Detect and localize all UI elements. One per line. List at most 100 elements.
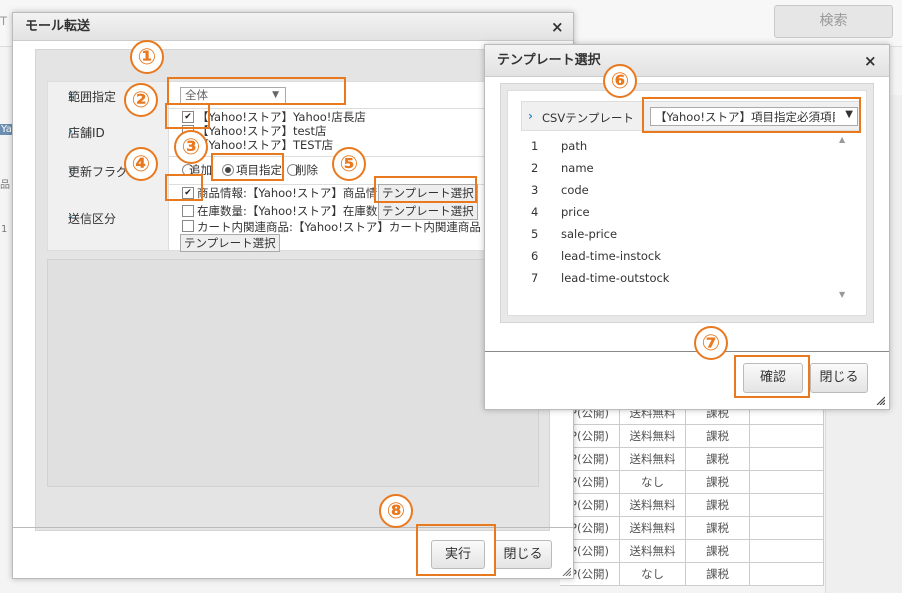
update-option-delete: 削除 (295, 163, 318, 177)
list-scrollbar[interactable]: ▲ ▼ (837, 135, 849, 299)
send-item-1: 商品情報:【Yahoo!ストア】商品情報 (197, 186, 389, 200)
highlight-shop-checkbox (165, 103, 210, 129)
table-row: P(公開) 送料無料 課税 (560, 494, 824, 517)
highlight-send-checkbox (165, 174, 203, 201)
table-cell: 課税 (686, 471, 750, 494)
list-item[interactable]: 2 name (521, 157, 861, 179)
highlight-csv-template (642, 97, 861, 133)
table-cell: 送料無料 (620, 494, 686, 517)
highlight-field-radio (211, 153, 284, 181)
table-row: P(公開) 送料無料 課税 (560, 517, 824, 540)
table-cell: なし (620, 471, 686, 494)
field-name: lead-time-outstock (561, 271, 670, 285)
list-item[interactable]: 1 path (521, 135, 861, 157)
table-cell: 課税 (686, 540, 750, 563)
callout-7: ⑦ (694, 326, 728, 360)
table-row: P(公開) 送料無料 課税 (560, 448, 824, 471)
send-item-2: 在庫数量:【Yahoo!ストア】在庫数量 (197, 204, 389, 218)
highlight-execute-button (416, 524, 496, 576)
close-icon[interactable]: × (551, 20, 564, 35)
callout-4: ④ (124, 147, 158, 181)
send-checkbox-3[interactable] (182, 220, 194, 232)
callout-3: ③ (174, 130, 208, 164)
list-item[interactable]: 7 lead-time-outstock (521, 267, 861, 289)
field-name: name (561, 161, 594, 175)
template-select-button-3[interactable]: テンプレート選択 (180, 234, 280, 252)
field-name: lead-time-instock (561, 249, 661, 263)
highlight-confirm-button (734, 355, 810, 398)
callout-5: ⑤ (332, 147, 366, 181)
shop-option-3: 【Yahoo!ストア】TEST店 (197, 138, 334, 152)
callout-2: ② (124, 83, 158, 117)
callout-6: ⑥ (603, 64, 637, 98)
close-icon[interactable]: × (864, 54, 877, 69)
field-name: code (561, 183, 589, 197)
range-label: 範囲指定 (68, 90, 117, 104)
send-checkbox-2[interactable] (182, 205, 194, 217)
field-name: sale-price (561, 227, 618, 241)
field-number: 3 (531, 183, 539, 197)
chevron-right-icon: › (528, 109, 533, 123)
field-number: 4 (531, 205, 539, 219)
table-cell: なし (620, 563, 686, 586)
list-item[interactable]: 3 code (521, 179, 861, 201)
background-fragment: 品 (0, 180, 10, 191)
table-cell (750, 517, 824, 540)
table-cell: 送料無料 (620, 425, 686, 448)
field-number: 1 (531, 139, 539, 153)
table-cell: 課税 (686, 517, 750, 540)
csv-template-label: CSVテンプレート (542, 111, 634, 125)
template-select-button-2[interactable]: テンプレート選択 (378, 202, 478, 220)
background-fragment: Ya (0, 124, 13, 135)
field-number: 2 (531, 161, 539, 175)
footer-divider (485, 351, 889, 352)
send-item-3: カート内関連商品:【Yahoo!ストア】カート内関連商品 (197, 220, 481, 234)
scroll-down-icon[interactable]: ▼ (839, 290, 845, 299)
scroll-up-icon[interactable]: ▲ (839, 135, 845, 144)
background-fragment: T (0, 14, 8, 28)
send-label-cell: › 送信区分 (48, 184, 169, 250)
table-row: P(公開) 送料無料 課税 (560, 425, 824, 448)
table-cell: 課税 (686, 494, 750, 517)
table-cell (750, 425, 824, 448)
field-number: 6 (531, 249, 539, 263)
send-label: 送信区分 (68, 212, 117, 226)
close-button[interactable]: 閉じる (810, 363, 868, 393)
table-cell (750, 540, 824, 563)
resize-handle-icon[interactable] (561, 566, 571, 576)
field-name: path (561, 139, 588, 153)
table-cell (750, 563, 824, 586)
table-row: P(公開) なし 課税 (560, 471, 824, 494)
callout-8: ⑧ (379, 494, 413, 528)
table-cell: 課税 (686, 448, 750, 471)
highlight-range-select (167, 77, 346, 105)
update-label: 更新フラグ (68, 165, 129, 179)
table-row: P(公開) 送料無料 課税 (560, 540, 824, 563)
dialog-title: モール転送 (13, 13, 573, 41)
list-item[interactable]: 6 lead-time-instock (521, 245, 861, 267)
dialog-title: テンプレート選択 (485, 45, 889, 77)
table-cell (750, 448, 824, 471)
background-search-button[interactable]: 検索 (774, 5, 893, 38)
table-cell: 送料無料 (620, 540, 686, 563)
table-cell: 送料無料 (620, 517, 686, 540)
dialog-content-area (47, 259, 539, 487)
field-number: 7 (531, 271, 539, 285)
close-button[interactable]: 閉じる (494, 540, 552, 569)
highlight-template-button (374, 176, 477, 203)
list-item[interactable]: 4 price (521, 201, 861, 223)
resize-handle-icon[interactable] (875, 395, 885, 405)
table-cell: 送料無料 (620, 448, 686, 471)
table-cell (750, 471, 824, 494)
template-field-list: 1 path 2 name 3 code 4 price 5 sale-price 6 lead-ti… (521, 135, 861, 299)
table-cell: 課税 (686, 425, 750, 448)
field-name: price (561, 205, 590, 219)
callout-1: ① (130, 40, 164, 74)
background-fragment: 1 (1, 224, 8, 235)
shop-label-cell: › 店舗ID (48, 108, 169, 156)
list-item[interactable]: 5 sale-price (521, 223, 861, 245)
shop-row: › 店舗ID ✔ 【Yahoo!ストア】Yahoo!店長店 【Yahoo!ストア… (48, 108, 488, 157)
table-cell: 課税 (686, 563, 750, 586)
shop-label: 店舗ID (68, 126, 105, 140)
table-cell (750, 494, 824, 517)
